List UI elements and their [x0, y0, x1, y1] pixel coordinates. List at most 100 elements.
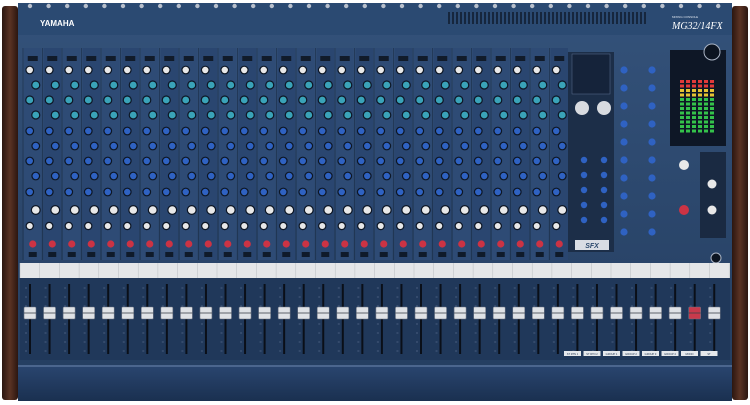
rail-connector [102, 3, 107, 9]
rail-connector [213, 3, 219, 9]
channel-knob [514, 223, 521, 229]
rail-connector [548, 3, 553, 9]
channel-knob [338, 157, 345, 165]
channel-knob [52, 142, 59, 150]
channel-knob [382, 206, 391, 214]
mute-switch [106, 252, 115, 257]
pan-knob [497, 240, 505, 248]
channel-knob [221, 223, 228, 229]
channel-knob [188, 172, 195, 180]
mute-switch [48, 252, 57, 257]
master-knob [620, 120, 628, 128]
channel-knob [343, 206, 352, 214]
channel-knob [422, 81, 430, 89]
channel-knob [402, 206, 411, 214]
channel-knob [286, 172, 293, 180]
channel-knob [70, 206, 79, 214]
channel-knob [436, 127, 443, 135]
vent-slot [452, 12, 454, 24]
channel-knob [475, 188, 482, 196]
channel-knob [319, 157, 326, 165]
channel-knob [344, 81, 352, 89]
channel-knob [124, 223, 131, 229]
channel-knob [71, 142, 78, 150]
rail-connector [269, 3, 274, 9]
mute-switch [360, 252, 369, 257]
channel-knob [65, 157, 72, 165]
meter-segment [710, 89, 714, 92]
channel-knob [383, 81, 391, 89]
channel-knob [533, 96, 541, 104]
rail-connector [604, 3, 609, 9]
channel-knob [265, 206, 274, 214]
pan-knob [48, 240, 56, 248]
vent-slot [596, 12, 598, 24]
meter-segment [698, 116, 702, 119]
rail-connector [455, 3, 460, 9]
rail-connector [325, 3, 330, 9]
mute-switch [165, 252, 174, 257]
meter-segment [680, 89, 684, 92]
pan-knob [282, 240, 290, 248]
mute-switch [301, 252, 310, 257]
mute-switch [340, 252, 349, 257]
phantom-switch [515, 56, 526, 61]
channel-knob [520, 172, 527, 180]
meter-segment [686, 80, 690, 83]
meter-segment [704, 116, 708, 119]
pan-knob [68, 240, 76, 248]
meter-segment [704, 125, 708, 128]
meter-segment [686, 111, 690, 115]
fader-label: ST RTN 1 [567, 352, 579, 356]
channel-knob [149, 111, 157, 119]
mute-switch [438, 252, 447, 257]
channel-knob [32, 81, 40, 89]
meter-segment [704, 93, 708, 97]
channel-knob [104, 157, 111, 165]
channel-knob [241, 223, 248, 229]
vent-slot [568, 12, 570, 24]
channel-knob [91, 172, 98, 180]
channel-knob [260, 157, 267, 165]
channel-knob [455, 96, 463, 104]
pan-knob [126, 240, 134, 248]
channel-knob [85, 188, 92, 196]
meter-segment [704, 80, 708, 83]
rail-connector [158, 3, 163, 9]
phantom-switch [105, 56, 116, 61]
pan-knob [185, 240, 193, 248]
master-knob [648, 120, 656, 128]
channel-knob [319, 66, 326, 74]
channel-knob [299, 127, 306, 135]
headphone-section [700, 152, 726, 238]
vent-slot [528, 12, 530, 24]
meter-segment [680, 107, 684, 110]
channel-knob [260, 66, 267, 74]
vent-slot [456, 12, 458, 24]
channel-knob [455, 188, 462, 196]
channel-knob [494, 157, 501, 165]
meter-segment [680, 111, 684, 115]
channel-knob [208, 142, 215, 150]
scribble-strip [20, 263, 730, 278]
channel-knob [553, 223, 560, 229]
meter-segment [680, 102, 684, 106]
mute-switch [399, 252, 408, 257]
meter-segment [686, 93, 690, 97]
channel-knob [45, 96, 53, 104]
rail-connector [511, 3, 516, 9]
channel-knob [90, 81, 98, 89]
vent-slot [640, 12, 642, 24]
channel-knob [46, 157, 53, 165]
channel-knob [247, 172, 254, 180]
channel-knob [305, 111, 313, 119]
channel-knob [280, 188, 287, 196]
channel-knob [422, 172, 429, 180]
master-knob [620, 138, 628, 146]
rail-connector [585, 3, 591, 9]
meter-segment [704, 129, 708, 133]
fx-knob [600, 171, 608, 179]
channel-knob [32, 111, 40, 119]
master-knob [620, 210, 628, 218]
channel-knob [318, 96, 326, 104]
